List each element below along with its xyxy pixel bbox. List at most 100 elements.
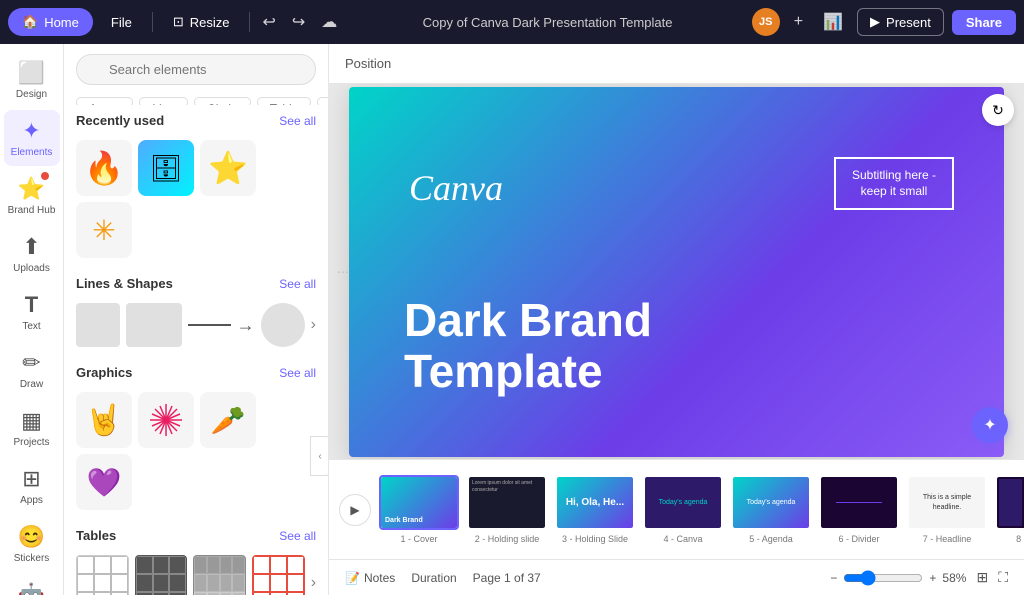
slide-label-1: 1 - Cover	[400, 534, 437, 544]
sidebar-item-brand-hub[interactable]: ⭐ Brand Hub	[4, 168, 60, 224]
graphics-grid: 🤘 🥕 💜 ‹	[64, 392, 328, 520]
slide-thumb-8[interactable]	[995, 475, 1024, 530]
slide-label-7: 7 - Headline	[923, 534, 972, 544]
shapes-more-button[interactable]: ›	[311, 316, 316, 334]
slide-thumb-2[interactable]: Lorem ipsum dolor sit amet consectetur	[467, 475, 547, 530]
redo-button[interactable]: ↪	[286, 8, 311, 36]
graphic-item-gem[interactable]: 💜	[76, 454, 132, 510]
slide-thumb-4[interactable]: Today's agenda	[643, 475, 723, 530]
avatar[interactable]: JS	[752, 8, 780, 36]
elements-panel: 🔍 Arrow Line Circle Table Star › Recentl…	[64, 44, 329, 595]
chip-table[interactable]: Table	[257, 97, 312, 105]
fit-screen-button[interactable]: ⛶	[998, 569, 1008, 586]
analytics-button[interactable]: 📊	[817, 8, 849, 36]
page-info: Page 1 of 37	[473, 571, 541, 585]
search-input[interactable]	[76, 54, 316, 85]
shape-circle[interactable]	[261, 303, 305, 347]
chip-arrow[interactable]: Arrow	[76, 97, 133, 105]
cloud-save-button[interactable]: ☁	[315, 8, 343, 36]
sidebar-item-design[interactable]: ⬜ Design	[4, 52, 60, 108]
tab-file[interactable]: File	[97, 9, 146, 36]
chip-line[interactable]: Line	[139, 97, 188, 105]
slide-label-5: 5 - Agenda	[749, 534, 793, 544]
sidebar-item-apps[interactable]: ⊞ Apps	[4, 458, 60, 514]
sidebar-item-uploads[interactable]: ⬆ Uploads	[4, 226, 60, 282]
zoom-in-button[interactable]: +	[929, 571, 936, 585]
chip-star[interactable]: Star	[317, 97, 328, 105]
chip-circle[interactable]: Circle	[194, 97, 251, 105]
main-layout: ⬜ Design ✦ Elements ⭐ Brand Hub ⬆ Upload…	[0, 44, 1024, 595]
slide-thumb-wrap-2: Lorem ipsum dolor sit amet consectetur 2…	[467, 475, 547, 544]
slide-label-6: 6 - Divider	[838, 534, 879, 544]
notes-icon: 📝	[345, 571, 360, 585]
magic-button[interactable]: ✦	[972, 407, 1008, 443]
sidebar-item-elements[interactable]: ✦ Elements	[4, 110, 60, 166]
table-item-1[interactable]	[76, 555, 129, 595]
sidebar-item-stickers[interactable]: 😊 Stickers	[4, 516, 60, 572]
duration-button[interactable]: Duration	[411, 571, 456, 585]
graphic-item-hand[interactable]: 🤘	[76, 392, 132, 448]
refresh-button[interactable]: ↻	[982, 94, 1014, 126]
slide-subtitle[interactable]: Subtitling here - keep it small	[834, 157, 954, 211]
grid-view-button[interactable]: ⊞	[976, 569, 988, 586]
slide-canvas[interactable]: Canva Subtitling here - keep it small Da…	[349, 87, 1004, 457]
present-button[interactable]: ▶ Present	[857, 8, 944, 36]
share-button[interactable]: Share	[952, 10, 1016, 35]
slide-main-line1: Dark Brand	[404, 295, 652, 346]
canvas-wrapper[interactable]: Canva Subtitling here - keep it small Da…	[329, 84, 1024, 459]
canvas-area: Position Canva Subtitling here - keep it…	[329, 44, 1024, 595]
scroll-left-indicator[interactable]: ⋯	[337, 265, 349, 279]
recent-item-starburst[interactable]: ✳	[76, 202, 132, 258]
recent-item-db[interactable]: 🗄	[138, 140, 194, 196]
table-item-red[interactable]	[252, 555, 305, 595]
sydney-icon: 🤖	[18, 582, 45, 595]
tables-section: Tables See all	[64, 520, 328, 555]
slide-thumb-wrap-8: 8 - Thirds	[995, 475, 1024, 544]
sidebar-item-sydney[interactable]: 🤖 Sydney Ne...	[4, 574, 60, 595]
tables-more-button[interactable]: ›	[311, 574, 316, 592]
tables-grid: ›	[64, 555, 328, 595]
brand-hub-icon: ⭐	[18, 176, 45, 202]
zoom-slider[interactable]	[843, 570, 923, 586]
shape-rectangle[interactable]	[126, 303, 182, 347]
topbar: 🏠 Home File ⊡ Resize ↩ ↪ ☁ Copy of Canva…	[0, 0, 1024, 44]
tab-home[interactable]: 🏠 Home	[8, 8, 93, 36]
slide-label-4: 4 - Canva	[663, 534, 702, 544]
recent-item-fire[interactable]: 🔥	[76, 140, 132, 196]
graphics-section: Graphics See all	[64, 357, 328, 392]
slide-thumb-3[interactable]: Hi, Ola, He...	[555, 475, 635, 530]
zoom-control: − + 58%	[830, 570, 966, 586]
projects-icon: ▦	[21, 408, 42, 434]
zoom-value: 58%	[942, 571, 966, 585]
topbar-divider-2	[249, 12, 250, 32]
table-item-2[interactable]	[135, 555, 188, 595]
slide-thumb-1[interactable]: Dark Brand	[379, 475, 459, 530]
arrow-right-shape[interactable]: →	[237, 315, 255, 336]
graphic-item-burst[interactable]	[138, 392, 194, 448]
resize-icon: ⊡	[173, 14, 184, 30]
recent-item-star[interactable]: ⭐	[200, 140, 256, 196]
add-collaborator-button[interactable]: +	[788, 9, 809, 35]
slide-thumb-5[interactable]: Today's agenda	[731, 475, 811, 530]
recently-used-section: Recently used See all	[64, 105, 328, 140]
undo-button[interactable]: ↩	[256, 8, 281, 36]
sidebar-item-draw[interactable]: ✏ Draw	[4, 342, 60, 398]
table-item-3[interactable]	[193, 555, 246, 595]
notes-button[interactable]: 📝 Notes	[345, 571, 395, 585]
shape-line[interactable]	[188, 324, 231, 326]
search-area: 🔍	[64, 44, 328, 93]
tab-resize[interactable]: ⊡ Resize	[159, 8, 244, 36]
graphic-item-pumpkin[interactable]: 🥕	[200, 392, 256, 448]
collapse-panel-button[interactable]: ‹	[310, 436, 329, 476]
slide-thumb-wrap-7: This is a simple headline. 7 - Headline	[907, 475, 987, 544]
elements-icon: ✦	[22, 118, 40, 144]
slide-thumb-wrap-4: Today's agenda 4 - Canva	[643, 475, 723, 544]
play-button[interactable]: ▶	[339, 494, 371, 526]
sidebar-item-text[interactable]: T Text	[4, 284, 60, 340]
shape-square[interactable]	[76, 303, 120, 347]
sidebar-item-projects[interactable]: ▦ Projects	[4, 400, 60, 456]
zoom-out-button[interactable]: −	[830, 571, 837, 585]
uploads-icon: ⬆	[22, 234, 40, 260]
slide-thumb-7[interactable]: This is a simple headline.	[907, 475, 987, 530]
slide-thumb-6[interactable]	[819, 475, 899, 530]
